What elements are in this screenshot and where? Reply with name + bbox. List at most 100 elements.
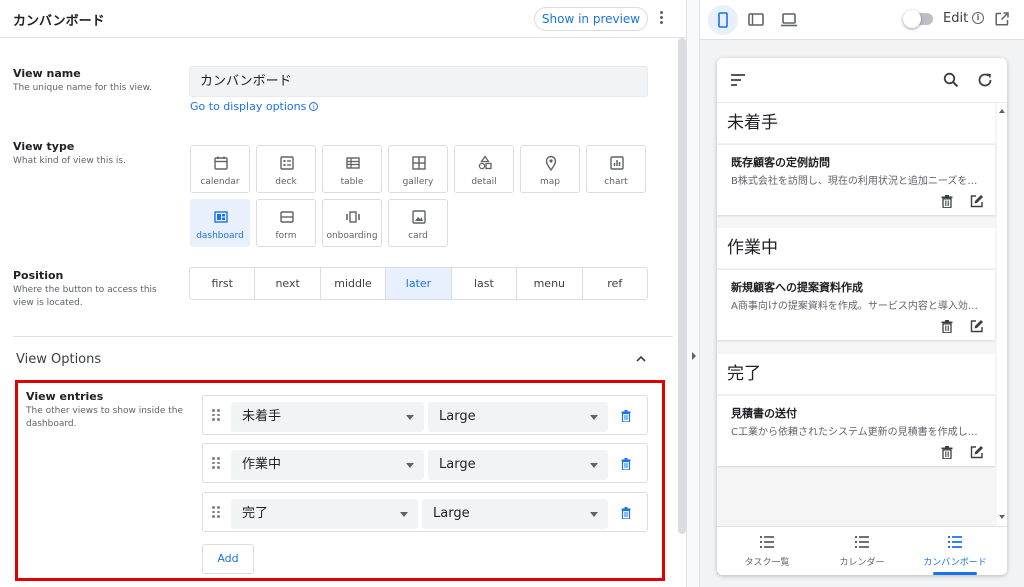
- entry-size-select[interactable]: Large: [428, 450, 608, 480]
- app-top-bar: [717, 58, 1007, 103]
- position-next[interactable]: next: [255, 268, 321, 299]
- trash-icon[interactable]: [621, 458, 631, 470]
- view-type-dashboard[interactable]: dashboard: [190, 199, 250, 247]
- position-last[interactable]: last: [452, 268, 518, 299]
- tablet-icon: [748, 13, 764, 26]
- position-later[interactable]: later: [386, 268, 452, 299]
- section-divider: [13, 336, 673, 337]
- position-middle[interactable]: middle: [321, 268, 387, 299]
- view-type-onboarding[interactable]: onboarding: [322, 199, 382, 247]
- kanban-list[interactable]: 未着手 既存顧客の定例訪問 B株式会社を訪問し、現在の利用状況と追加ニーズを… …: [717, 103, 1007, 526]
- search-icon[interactable]: [943, 72, 959, 88]
- trash-icon[interactable]: [941, 320, 953, 333]
- edit-label: Edit: [943, 11, 969, 26]
- edit-toggle[interactable]: [903, 10, 933, 28]
- show-in-preview-button[interactable]: Show in preview: [534, 7, 648, 31]
- view-type-detail[interactable]: detail: [454, 145, 514, 193]
- calendar-icon: [214, 156, 228, 170]
- view-type-form[interactable]: form: [256, 199, 316, 247]
- group-title-in-progress: 作業中: [717, 228, 995, 268]
- nav-active-indicator: [933, 572, 977, 575]
- task-title: 新規顧客への提案資料作成: [731, 281, 863, 294]
- task-card[interactable]: 見積書の送付 C工業から依頼されたシステム更新の見積書を作成し…: [717, 395, 995, 466]
- trash-icon[interactable]: [621, 507, 631, 519]
- editor-scrollbar[interactable]: [678, 38, 686, 534]
- drag-handle-icon[interactable]: [212, 457, 220, 469]
- bottom-navigation: タスク一覧 カレンダー カンバンボード: [717, 526, 1007, 575]
- chevron-up-icon[interactable]: [636, 355, 646, 363]
- edit-icon[interactable]: [970, 445, 984, 459]
- view-options-title[interactable]: View Options: [16, 352, 101, 367]
- display-options-link[interactable]: Go to display options i: [190, 100, 319, 113]
- position-ref[interactable]: ref: [583, 268, 647, 299]
- collapse-arrow-icon[interactable]: [692, 352, 696, 360]
- group-title-todo: 未着手: [717, 103, 995, 143]
- more-options-icon[interactable]: [656, 9, 666, 29]
- view-type-gallery[interactable]: gallery: [388, 145, 448, 193]
- view-type-calendar[interactable]: calendar: [190, 145, 250, 193]
- edit-icon[interactable]: [970, 319, 984, 333]
- sort-menu-icon[interactable]: [730, 73, 746, 87]
- scroll-up-arrow-icon[interactable]: [999, 109, 1005, 113]
- task-card[interactable]: 新規顧客への提案資料作成 A商事向けの提案資料を作成。サービス内容と導入効…: [717, 269, 995, 340]
- view-type-chart[interactable]: chart: [586, 145, 646, 193]
- dashboard-icon: [214, 211, 228, 223]
- nav-item-kanban-board[interactable]: カンバンボード: [907, 527, 1003, 575]
- view-type-label-map: map: [540, 177, 560, 187]
- view-name-desc: The unique name for this view.: [13, 83, 152, 93]
- task-card[interactable]: 既存顧客の定例訪問 B株式会社を訪問し、現在の利用状況と追加ニーズを…: [717, 144, 995, 215]
- desktop-device-button[interactable]: [774, 5, 804, 35]
- nav-item-task-list[interactable]: タスク一覧: [719, 527, 815, 575]
- entry-view-select[interactable]: 作業中: [231, 450, 424, 480]
- card-icon: [412, 210, 426, 224]
- view-entry-row: 未着手 Large: [202, 395, 648, 435]
- view-type-label: View type: [13, 140, 75, 153]
- view-type-map[interactable]: map: [520, 145, 580, 193]
- page-title: カンバンボード: [13, 14, 105, 29]
- tablet-device-button[interactable]: [741, 5, 771, 35]
- scroll-down-arrow-icon[interactable]: [999, 515, 1005, 519]
- open-in-new-icon[interactable]: [994, 11, 1010, 27]
- entry-size-select[interactable]: Large: [422, 499, 608, 529]
- view-type-table[interactable]: table: [322, 145, 382, 193]
- view-name-label: View name: [13, 67, 81, 80]
- view-entry-row: 完了 Large: [202, 492, 648, 532]
- view-name-input[interactable]: カンバンボード: [189, 66, 648, 97]
- view-entries-label: View entries: [26, 390, 104, 403]
- map-pin-icon: [545, 155, 557, 171]
- nav-item-calendar[interactable]: カレンダー: [814, 527, 910, 575]
- position-first[interactable]: first: [190, 268, 256, 299]
- position-selector: first next middle later last menu ref: [189, 267, 648, 300]
- position-menu[interactable]: menu: [517, 268, 583, 299]
- position-desc: Where the button to access this view is …: [13, 285, 157, 308]
- trash-icon[interactable]: [941, 446, 953, 459]
- phone-preview: 未着手 既存顧客の定例訪問 B株式会社を訪問し、現在の利用状況と追加ニーズを… …: [717, 58, 1007, 575]
- info-icon[interactable]: i: [972, 12, 984, 24]
- entry-view-select[interactable]: 未着手: [231, 402, 424, 432]
- panel-splitter[interactable]: [686, 0, 700, 587]
- nav-label: カレンダー: [839, 558, 885, 568]
- dropdown-arrow-icon: [590, 415, 598, 420]
- form-icon: [280, 211, 294, 223]
- gallery-icon: [412, 156, 426, 170]
- trash-icon[interactable]: [621, 410, 631, 422]
- entry-view-select[interactable]: 完了: [231, 499, 418, 529]
- drag-handle-icon[interactable]: [212, 409, 220, 421]
- entry-size-value: Large: [439, 409, 476, 424]
- edit-icon[interactable]: [970, 194, 984, 208]
- trash-icon[interactable]: [941, 195, 953, 208]
- view-type-card[interactable]: card: [388, 199, 448, 247]
- mobile-device-button[interactable]: [708, 5, 738, 35]
- dropdown-arrow-icon: [400, 512, 408, 517]
- entry-view-value: 作業中: [242, 457, 282, 472]
- preview-scrollbar[interactable]: [997, 103, 1007, 526]
- add-entry-button[interactable]: Add: [202, 544, 254, 574]
- info-icon: i: [309, 102, 319, 111]
- drag-handle-icon[interactable]: [212, 506, 220, 518]
- view-type-label-onboarding: onboarding: [326, 231, 378, 241]
- task-desc: C工業から依頼されたシステム更新の見積書を作成し…: [731, 427, 978, 438]
- entry-size-select[interactable]: Large: [428, 402, 608, 432]
- view-type-deck[interactable]: deck: [256, 145, 316, 193]
- view-type-label-detail: detail: [471, 177, 497, 187]
- refresh-icon[interactable]: [976, 71, 994, 89]
